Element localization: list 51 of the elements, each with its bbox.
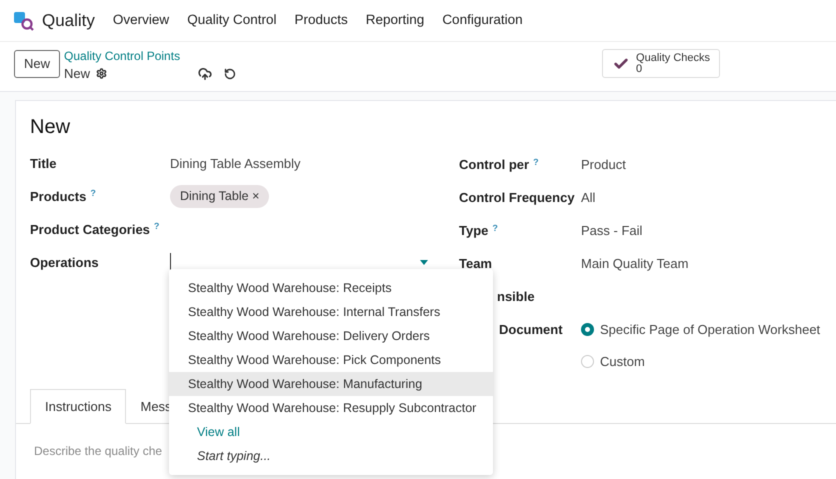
- dropdown-item[interactable]: Stealthy Wood Warehouse: Manufacturing: [169, 372, 493, 396]
- dropdown-item[interactable]: Stealthy Wood Warehouse: Resupply Subcontractor: [169, 396, 493, 420]
- undo-icon[interactable]: [224, 68, 236, 80]
- menu-item[interactable]: Quality Control: [187, 10, 276, 31]
- dropdown-item[interactable]: Stealthy Wood Warehouse: Receipts: [169, 276, 493, 300]
- field-label: Operations: [30, 254, 100, 272]
- dropdown-item[interactable]: Stealthy Wood Warehouse: Pick Components: [169, 348, 493, 372]
- cloud-upload-icon[interactable]: [198, 66, 212, 81]
- app-name[interactable]: Quality: [42, 8, 95, 34]
- field-label: Team: [459, 255, 493, 273]
- new-button[interactable]: New: [14, 50, 60, 78]
- radio-option[interactable]: Specific Page of Operation Worksheet: [581, 320, 820, 340]
- field-value: Dining Table Assembly: [170, 154, 301, 173]
- field-label: Product Categories $^{?}$: [30, 220, 160, 239]
- field-label: Control per $^{?}$: [459, 156, 540, 174]
- record-title: New: [30, 115, 72, 139]
- breadcrumb-link[interactable]: Quality Control Points: [64, 49, 236, 64]
- field-value: Main Quality Team: [581, 255, 688, 273]
- dropdown-item[interactable]: Stealthy Wood Warehouse: Delivery Orders: [169, 324, 493, 348]
- menu-item[interactable]: Overview: [112, 10, 170, 31]
- field-label: Title: [30, 154, 58, 173]
- field-value: Product: [581, 156, 626, 174]
- help-mark[interactable]: ?: [533, 156, 539, 166]
- check-icon: [613, 56, 630, 72]
- help-mark[interactable]: ?: [154, 221, 160, 232]
- field-label: nsible: [496, 288, 536, 306]
- menu-item[interactable]: Configuration: [442, 10, 523, 31]
- field-label: Products $^{?}$: [30, 187, 97, 206]
- help-mark[interactable]: ?: [492, 222, 498, 232]
- field-label: Type $^{?}$: [459, 222, 499, 240]
- caret-icon: [420, 260, 428, 264]
- radio-button[interactable]: [581, 323, 594, 336]
- help-mark[interactable]: ?: [90, 188, 96, 198]
- form-tab[interactable]: Instructions: [30, 389, 126, 424]
- smart-button-count: 0: [636, 64, 642, 74]
- field-label: Control Frequency: [459, 189, 576, 207]
- dropdown-item[interactable]: Stealthy Wood Warehouse: Internal Transfers: [169, 300, 493, 324]
- smart-button-label: Quality Checks: [636, 52, 710, 64]
- quality-checks-button[interactable]: Quality Checks 0: [602, 49, 720, 78]
- field-value: All: [581, 189, 596, 207]
- record-name: New: [64, 65, 90, 83]
- field-label: Document: [498, 321, 564, 339]
- field-value: Pass - Fail: [581, 222, 642, 240]
- menu-item[interactable]: Reporting: [366, 10, 424, 31]
- radio-option[interactable]: Custom: [581, 352, 820, 371]
- menu-item[interactable]: Products: [294, 10, 348, 31]
- app-logo-icon[interactable]: [14, 10, 34, 30]
- settings-icon[interactable]: [96, 68, 108, 80]
- product-tag[interactable]: Dining Table ×: [170, 185, 270, 208]
- start-typing-hint: Start typing...: [196, 448, 272, 465]
- view-all-link[interactable]: View all: [169, 420, 493, 444]
